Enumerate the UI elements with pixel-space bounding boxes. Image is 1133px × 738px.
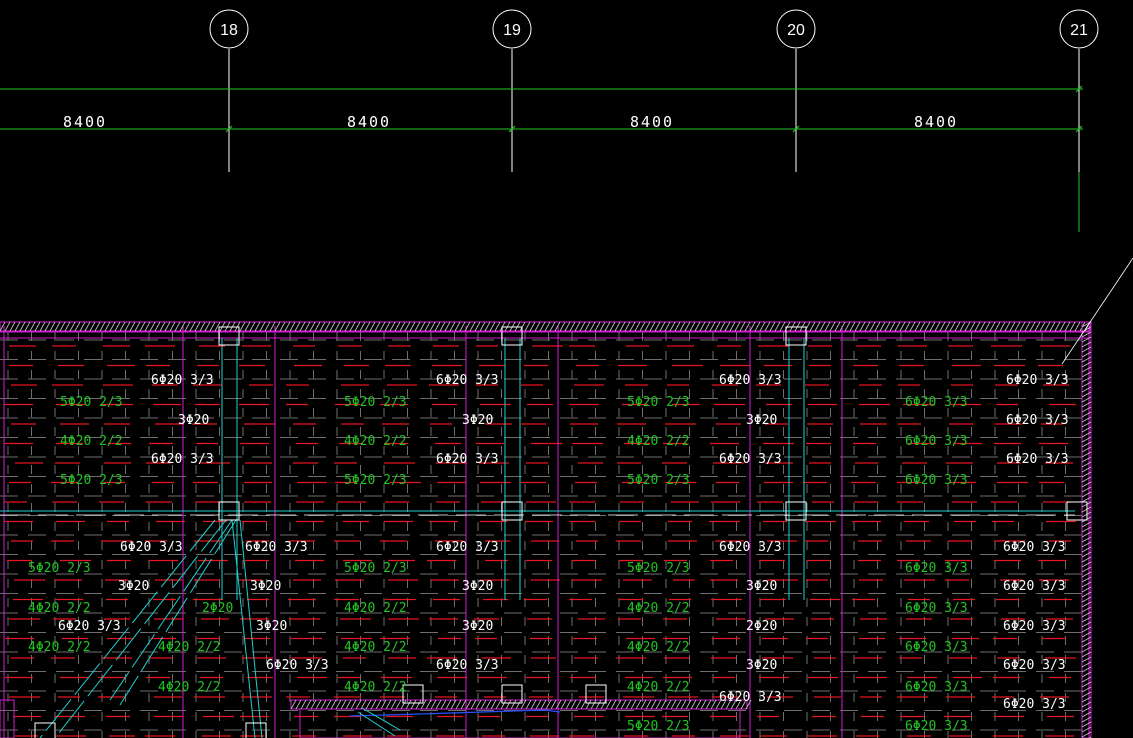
rebar-label: 2Φ20 [746, 619, 777, 634]
rebar-label: 3Φ20 [256, 619, 287, 634]
dimension-label: 8400 [630, 113, 674, 131]
rebar-label: 5Φ20 2/3 [627, 561, 690, 576]
rebar-label: 6Φ20 3/3 [905, 640, 968, 655]
rebar-label: 4Φ20 2/2 [28, 601, 91, 616]
rebar-label: 6Φ20 3/3 [905, 601, 968, 616]
rebar-label: 3Φ20 [462, 413, 493, 428]
rebar-label: 4Φ20 2/2 [28, 640, 91, 655]
rebar-label: 6Φ20 3/3 [905, 395, 968, 410]
rebar-label: 3Φ20 [178, 413, 209, 428]
rebar-label: 6Φ20 3/3 [436, 658, 499, 673]
rebar-label: 5Φ20 2/3 [344, 473, 407, 488]
rebar-label: 6Φ20 3/3 [1006, 413, 1069, 428]
rebar-label: 6Φ20 3/3 [1006, 373, 1069, 388]
rebar-label: 4Φ20 2/2 [627, 601, 690, 616]
rebar-label: 4Φ20 2/2 [344, 434, 407, 449]
rebar-label: 6Φ20 3/3 [1003, 540, 1066, 555]
rebar-label: 6Φ20 3/3 [905, 561, 968, 576]
rebar-label: 4Φ20 2/2 [344, 640, 407, 655]
rebar-label: 6Φ20 3/3 [905, 434, 968, 449]
rebar-label: 6Φ20 3/3 [905, 680, 968, 695]
rebar-label: 6Φ20 3/3 [1003, 658, 1066, 673]
rebar-label: 5Φ20 2/3 [627, 719, 690, 734]
rebar-label: 5Φ20 2/3 [28, 561, 91, 576]
rebar-label: 4Φ20 2/2 [344, 680, 407, 695]
rebar-label: 6Φ20 3/3 [245, 540, 308, 555]
axis-label-18: 18 [220, 22, 238, 39]
rebar-label: 5Φ20 2/3 [344, 561, 407, 576]
rebar-label: 6Φ20 3/3 [905, 473, 968, 488]
rebar-label: 6Φ20 3/3 [436, 373, 499, 388]
rebar-label: 6Φ20 3/3 [266, 658, 329, 673]
rebar-label: 4Φ20 2/2 [158, 680, 221, 695]
rebar-label: 4Φ20 2/2 [627, 640, 690, 655]
rebar-label: 3Φ20 [746, 579, 777, 594]
rebar-label: 6Φ20 3/3 [436, 540, 499, 555]
rebar-label: 6Φ20 3/3 [58, 619, 121, 634]
rebar-label: 4Φ20 2/2 [344, 601, 407, 616]
rebar-label: 5Φ20 2/3 [60, 395, 123, 410]
rebar-label: 6Φ20 3/3 [719, 690, 782, 705]
rebar-label: 4Φ20 2/2 [627, 434, 690, 449]
rebar-label: 5Φ20 2/3 [60, 473, 123, 488]
rebar-label: 6Φ20 3/3 [1006, 452, 1069, 467]
axis-label-19: 19 [503, 22, 521, 39]
rebar-label: 3Φ20 [118, 579, 149, 594]
dimension-label: 8400 [63, 113, 107, 131]
rebar-label: 4Φ20 2/2 [627, 680, 690, 695]
drawing-background [0, 0, 1133, 738]
rebar-label: 2Φ20 [202, 601, 233, 616]
rebar-label: 5Φ20 2/3 [627, 473, 690, 488]
rebar-label: 3Φ20 [462, 619, 493, 634]
rebar-label: 6Φ20 3/3 [151, 373, 214, 388]
rebar-label: 3Φ20 [462, 579, 493, 594]
rebar-label: 6Φ20 3/3 [1003, 579, 1066, 594]
rebar-label: 5Φ20 2/3 [627, 395, 690, 410]
rebar-label: 5Φ20 2/3 [344, 395, 407, 410]
rebar-label: 6Φ20 3/3 [719, 540, 782, 555]
axis-label-21: 21 [1070, 22, 1088, 39]
axis-label-20: 20 [787, 22, 805, 39]
rebar-label: 6Φ20 3/3 [120, 540, 183, 555]
rebar-label: 4Φ20 2/2 [158, 640, 221, 655]
rebar-label: 6Φ20 3/3 [719, 452, 782, 467]
rebar-label: 6Φ20 3/3 [436, 452, 499, 467]
rebar-label: 3Φ20 [746, 658, 777, 673]
cad-drawing-canvas[interactable]: 18 19 20 21 8400 8400 8400 8400 6Φ20 3/3 6Φ20 3… [0, 0, 1133, 738]
dimension-label: 8400 [914, 113, 958, 131]
rebar-label: 6Φ20 3/3 [719, 373, 782, 388]
rebar-label: 3Φ20 [746, 413, 777, 428]
rebar-label: 4Φ20 2/2 [60, 434, 123, 449]
rebar-label: 6Φ20 3/3 [151, 452, 214, 467]
rebar-label: 6Φ20 3/3 [905, 719, 968, 734]
rebar-label: 3Φ20 [250, 579, 281, 594]
rebar-label: 6Φ20 3/3 [1003, 619, 1066, 634]
dimension-label: 8400 [347, 113, 391, 131]
rebar-label: 6Φ20 3/3 [1003, 697, 1066, 712]
